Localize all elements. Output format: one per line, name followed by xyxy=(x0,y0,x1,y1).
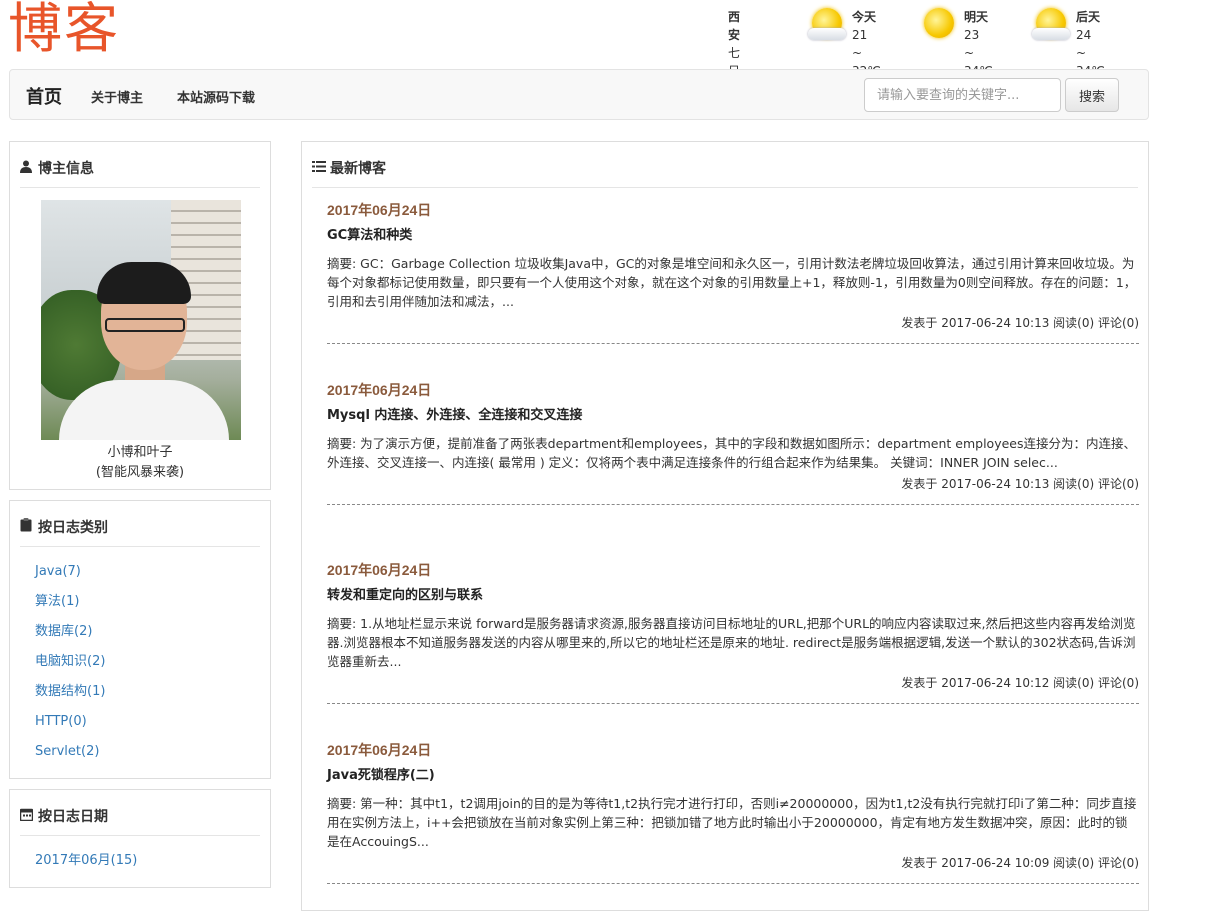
nav-source-download-link[interactable]: 本站源码下载 xyxy=(177,87,255,106)
blogger-motto: (智能风暴来袭) xyxy=(95,465,185,480)
blog-entry: 2017年06月24日 Mysql 内连接、外连接、全连接和交叉连接 摘要: 为… xyxy=(327,380,1139,505)
category-link[interactable]: 数据结构(1) xyxy=(35,677,270,707)
blog-entry: 2017年06月24日 GC算法和种类 摘要: GC：Garbage Colle… xyxy=(327,200,1139,344)
calendar-icon xyxy=(19,808,34,825)
blog-meta: 发表于 2017-06-24 10:13 阅读(0) 评论(0) xyxy=(901,316,1139,330)
weather-day-label: 今天 xyxy=(852,10,877,24)
top-navbar: 首页 关于博主 本站源码下载 搜索 xyxy=(9,69,1149,120)
blog-entry: 2017年06月24日 Java死锁程序(二) 摘要: 第一种：其中t1，t2调… xyxy=(327,740,1139,884)
blog-date: 2017年06月24日 xyxy=(327,742,432,758)
blog-summary: 摘要: 为了演示方便，提前准备了两张表department和employees，… xyxy=(327,436,1136,470)
panel-heading: 博主信息 xyxy=(20,142,260,188)
search-button[interactable]: 搜索 xyxy=(1065,78,1119,112)
date-panel: 按日志日期 2017年06月(15) xyxy=(9,789,271,888)
category-link[interactable]: Servlet(2) xyxy=(35,737,270,767)
date-link[interactable]: 2017年06月(15) xyxy=(35,846,270,876)
panel-heading-text: 按日志类别 xyxy=(38,520,108,536)
blog-summary: 摘要: 1.从地址栏显示来说 forward是服务器请求资源,服务器直接访问目标… xyxy=(327,616,1136,669)
weather-day-label: 明天 xyxy=(964,10,989,24)
sun-icon xyxy=(920,6,960,46)
blog-summary: 摘要: 第一种：其中t1，t2调用join的目的是为等待t1,t2执行完才进行打… xyxy=(327,796,1137,849)
blog-entry: 2017年06月24日 转发和重定向的区别与联系 摘要: 1.从地址栏显示来说 … xyxy=(327,560,1139,704)
sun-cloud-icon xyxy=(808,6,848,46)
user-icon xyxy=(20,160,34,177)
sun-cloud-icon xyxy=(1032,6,1072,46)
divider xyxy=(327,343,1139,344)
panel-heading-text: 按日志日期 xyxy=(38,809,108,825)
date-list: 2017年06月(15) xyxy=(10,836,270,876)
category-link[interactable]: 算法(1) xyxy=(35,587,270,617)
category-panel: 按日志类别 Java(7) 算法(1) 数据库(2) 电脑知识(2) 数据结构(… xyxy=(9,500,271,779)
latest-blogs-panel: 最新博客 2017年06月24日 GC算法和种类 摘要: GC：Garbage … xyxy=(301,141,1149,911)
blog-title-link[interactable]: 转发和重定向的区别与联系 xyxy=(327,586,1139,606)
weather-day-label: 后天 xyxy=(1076,10,1101,24)
divider xyxy=(327,883,1139,884)
blog-meta: 发表于 2017-06-24 10:09 阅读(0) 评论(0) xyxy=(901,856,1139,870)
category-link[interactable]: HTTP(0) xyxy=(35,707,270,737)
blog-meta: 发表于 2017-06-24 10:12 阅读(0) 评论(0) xyxy=(901,676,1139,690)
blog-title-link[interactable]: GC算法和种类 xyxy=(327,226,1139,246)
clipboard-icon xyxy=(20,518,34,536)
blog-title-link[interactable]: Java死锁程序(二) xyxy=(327,766,1139,786)
category-link[interactable]: 电脑知识(2) xyxy=(35,647,270,677)
blog-date: 2017年06月24日 xyxy=(327,562,432,578)
list-icon xyxy=(312,160,326,177)
nav-home-link[interactable]: 首页 xyxy=(26,83,62,109)
panel-heading-text: 最新博客 xyxy=(330,161,386,177)
divider xyxy=(327,703,1139,704)
panel-heading: 按日志日期 xyxy=(19,790,260,836)
blog-date: 2017年06月24日 xyxy=(327,382,432,398)
nav-about-link[interactable]: 关于博主 xyxy=(91,87,143,106)
blogger-name: 小博和叶子 xyxy=(107,445,173,460)
weather-city: 西安 xyxy=(728,10,741,42)
blog-title-link[interactable]: Mysql 内连接、外连接、全连接和交叉连接 xyxy=(327,406,1139,426)
search-input[interactable] xyxy=(864,78,1061,112)
blog-date: 2017年06月24日 xyxy=(327,202,432,218)
panel-heading: 最新博客 xyxy=(312,142,1138,188)
blog-summary: 摘要: GC：Garbage Collection 垃圾收集Java中，GC的对… xyxy=(327,256,1137,309)
category-link[interactable]: Java(7) xyxy=(35,557,270,587)
avatar xyxy=(41,200,241,440)
blogger-info-panel: 博主信息 小博和叶子 (智能风暴来袭) xyxy=(9,141,271,490)
panel-heading: 按日志类别 xyxy=(20,501,260,547)
blog-meta: 发表于 2017-06-24 10:13 阅读(0) 评论(0) xyxy=(901,477,1139,491)
category-list: Java(7) 算法(1) 数据库(2) 电脑知识(2) 数据结构(1) HTT… xyxy=(10,547,270,767)
category-link[interactable]: 数据库(2) xyxy=(35,617,270,647)
site-logo[interactable]: 博客 xyxy=(8,0,120,64)
divider xyxy=(327,504,1139,505)
panel-heading-text: 博主信息 xyxy=(38,161,94,177)
